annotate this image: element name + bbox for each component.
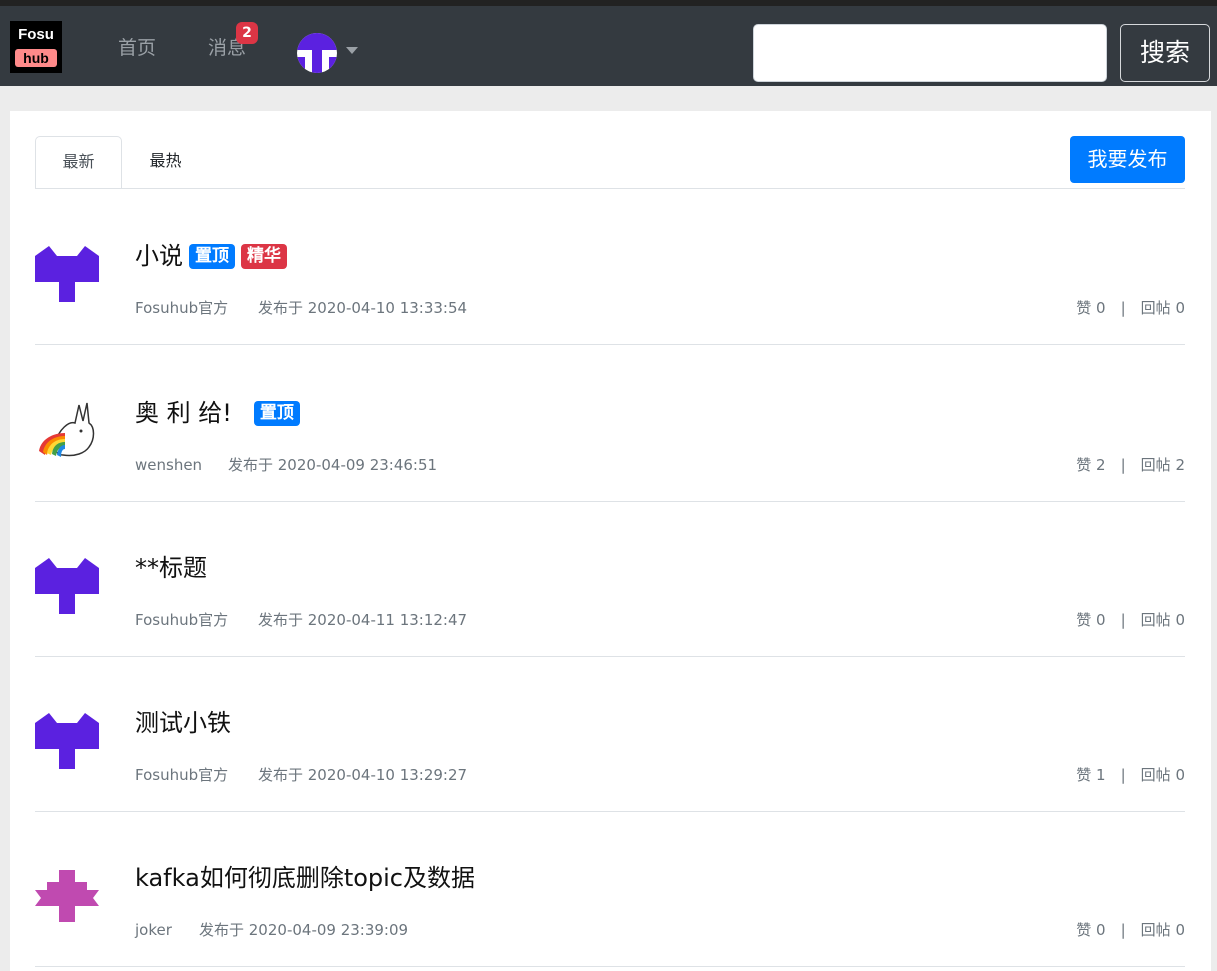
post-author[interactable]: Fosuhub官方 xyxy=(135,765,228,785)
reply-label: 回帖 xyxy=(1140,921,1171,939)
tab-hottest[interactable]: 最热 xyxy=(122,136,209,189)
like-label: 赞 xyxy=(1076,456,1092,474)
list-item[interactable]: kafka如何彻底删除topic及数据 joker 发布于 2020-04-09… xyxy=(35,812,1185,967)
nav-home-link[interactable]: 首页 xyxy=(118,34,156,62)
list-item[interactable]: 小说 置顶 精华 Fosuhub官方 发布于 2020-04-10 13:33:54… xyxy=(35,190,1185,345)
reply-count: 0 xyxy=(1175,921,1185,939)
pinned-badge: 置顶 xyxy=(189,244,235,269)
post-stats: 赞 0 | 回帖 0 xyxy=(1076,610,1185,630)
list-item[interactable]: **标题 Fosuhub官方 发布于 2020-04-11 13:12:47 赞… xyxy=(35,502,1185,657)
post-date: 发布于 2020-04-10 13:29:27 xyxy=(258,766,468,784)
reply-label: 回帖 xyxy=(1140,456,1171,474)
identicon-avatar-icon[interactable] xyxy=(35,709,99,773)
navbar: Fosu hub 首页 消息 2 搜索 xyxy=(0,0,1217,86)
post-stats: 赞 1 | 回帖 0 xyxy=(1076,765,1185,785)
like-label: 赞 xyxy=(1076,611,1092,629)
rainbow-bunny-avatar-icon[interactable] xyxy=(35,399,99,463)
like-count: 0 xyxy=(1096,611,1106,629)
reply-count: 2 xyxy=(1175,456,1185,474)
logo-text-bottom: hub xyxy=(15,49,57,67)
identicon-avatar-icon[interactable] xyxy=(35,554,99,618)
post-stats: 赞 2 | 回帖 2 xyxy=(1076,455,1185,475)
reply-label: 回帖 xyxy=(1140,611,1171,629)
search-button[interactable]: 搜索 xyxy=(1120,24,1210,82)
pinned-badge: 置顶 xyxy=(253,401,300,426)
search-input[interactable] xyxy=(753,24,1107,82)
post-date: 发布于 2020-04-11 13:12:47 xyxy=(258,611,468,629)
post-title[interactable]: 测试小铁 xyxy=(135,707,231,739)
post-title[interactable]: **标题 xyxy=(135,552,207,584)
stat-separator: | xyxy=(1120,299,1126,317)
list-item[interactable]: 奥 利 给! 置顶 wenshen 发布于 2020-04-09 23:46:51… xyxy=(35,347,1185,502)
like-count: 0 xyxy=(1096,921,1106,939)
like-label: 赞 xyxy=(1076,921,1092,939)
stat-separator: | xyxy=(1120,456,1126,474)
list-item[interactable]: 测试小铁 Fosuhub官方 发布于 2020-04-10 13:29:27 赞… xyxy=(35,657,1185,812)
reply-label: 回帖 xyxy=(1140,299,1171,317)
stat-separator: | xyxy=(1120,921,1126,939)
post-title[interactable]: kafka如何彻底删除topic及数据 xyxy=(135,862,475,894)
post-title-text[interactable]: kafka如何彻底删除topic及数据 xyxy=(135,864,475,892)
fosuhub-logo[interactable]: Fosu hub xyxy=(10,21,62,73)
like-count: 1 xyxy=(1096,766,1106,784)
post-date: 发布于 2020-04-09 23:39:09 xyxy=(199,921,409,939)
featured-badge: 精华 xyxy=(241,244,287,269)
publish-button[interactable]: 我要发布 xyxy=(1070,136,1185,183)
like-label: 赞 xyxy=(1076,766,1092,784)
post-list-card: 最新 最热 我要发布 小说 置顶 精华 Fosuhub官方 发布于 2020-04-… xyxy=(10,111,1211,971)
stat-separator: | xyxy=(1120,611,1126,629)
reply-count: 0 xyxy=(1175,611,1185,629)
message-count-badge: 2 xyxy=(236,22,258,44)
post-title[interactable]: 奥 利 给! 置顶 xyxy=(135,397,300,429)
post-date: 发布于 2020-04-09 23:46:51 xyxy=(228,456,438,474)
reply-label: 回帖 xyxy=(1140,766,1171,784)
reply-count: 0 xyxy=(1175,299,1185,317)
post-title-text[interactable]: **标题 xyxy=(135,554,207,582)
reply-count: 0 xyxy=(1175,766,1185,784)
post-stats: 赞 0 | 回帖 0 xyxy=(1076,920,1185,940)
post-author[interactable]: Fosuhub官方 xyxy=(135,298,228,318)
post-author[interactable]: Fosuhub官方 xyxy=(135,610,228,630)
logo-text-top: Fosu xyxy=(18,26,54,43)
tab-latest[interactable]: 最新 xyxy=(35,136,122,189)
post-author[interactable]: wenshen xyxy=(135,455,202,475)
post-author[interactable]: joker xyxy=(135,920,172,940)
like-count: 2 xyxy=(1096,456,1106,474)
post-date: 发布于 2020-04-10 13:33:54 xyxy=(258,299,468,317)
tabs-divider xyxy=(35,188,1185,189)
like-label: 赞 xyxy=(1076,299,1092,317)
post-title[interactable]: 小说 置顶 精华 xyxy=(135,240,287,272)
identicon-avatar-icon[interactable] xyxy=(35,864,99,928)
post-stats: 赞 0 | 回帖 0 xyxy=(1076,298,1185,318)
post-title-text[interactable]: 奥 利 给! xyxy=(135,399,232,427)
post-title-text[interactable]: 小说 xyxy=(135,242,183,270)
like-count: 0 xyxy=(1096,299,1106,317)
stat-separator: | xyxy=(1120,766,1126,784)
identicon-avatar-icon[interactable] xyxy=(35,242,99,306)
chevron-down-icon[interactable] xyxy=(346,47,358,54)
user-avatar-icon[interactable] xyxy=(297,33,337,73)
post-title-text[interactable]: 测试小铁 xyxy=(135,709,231,737)
